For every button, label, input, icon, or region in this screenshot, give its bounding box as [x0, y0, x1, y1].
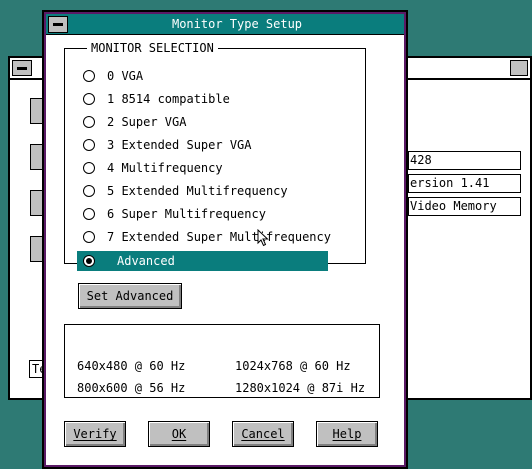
help-label: Help: [332, 427, 362, 441]
option-label: 7 Extended Super Multifrequency: [107, 230, 331, 244]
mode-1280x1024: 1280x1024 @ 87i Hz: [235, 381, 366, 395]
mode-1024x768: 1024x768 @ 60 Hz: [235, 359, 351, 373]
option-super-vga[interactable]: 2 Super VGA: [77, 113, 330, 131]
option-label: 6 Super Multifrequency: [107, 207, 266, 221]
verify-button[interactable]: Verify: [64, 421, 126, 447]
radio-icon[interactable]: [83, 162, 95, 174]
radio-icon[interactable]: [83, 208, 95, 220]
set-advanced-button[interactable]: Set Advanced: [78, 283, 182, 309]
cancel-button[interactable]: Cancel: [232, 421, 294, 447]
radio-icon[interactable]: [83, 185, 95, 197]
background-field-version: ersion 1.41: [408, 174, 521, 193]
dialog-title-bar: Monitor Type Setup: [46, 14, 404, 35]
option-vga[interactable]: 0 VGA: [77, 67, 330, 85]
monitor-selection-group: MONITOR SELECTION 0 VGA 1 8514 compatibl…: [64, 41, 366, 271]
radio-icon[interactable]: [83, 93, 95, 105]
radio-icon[interactable]: [83, 139, 95, 151]
minus-icon: [53, 23, 63, 26]
option-label: 3 Extended Super VGA: [107, 138, 252, 152]
system-menu-icon[interactable]: [48, 16, 68, 33]
option-label: Advanced: [117, 254, 175, 268]
set-advanced-label: Set Advanced: [86, 289, 174, 303]
option-multifrequency[interactable]: 4 Multifrequency: [77, 159, 330, 177]
radio-icon[interactable]: [83, 116, 95, 128]
mouse-cursor-icon: [257, 229, 269, 247]
background-field-video-memory: Video Memory: [408, 197, 521, 216]
monitor-type-setup-dialog: Monitor Type Setup MONITOR SELECTION 0 V…: [42, 10, 408, 469]
option-extended-super-multifrequency[interactable]: 7 Extended Super Multifrequency: [77, 228, 331, 246]
option-label: 1 8514 compatible: [107, 92, 230, 106]
option-extended-super-vga[interactable]: 3 Extended Super VGA: [77, 136, 330, 154]
help-button[interactable]: Help: [316, 421, 378, 447]
option-advanced[interactable]: Advanced: [77, 251, 328, 271]
background-system-menu-icon[interactable]: [12, 60, 32, 76]
option-super-multifrequency[interactable]: 6 Super Multifrequency: [77, 205, 330, 223]
ok-label: OK: [171, 427, 187, 441]
option-label: 0 VGA: [107, 69, 144, 83]
monitor-selection-label: MONITOR SELECTION: [87, 41, 218, 55]
option-label: 5 Extended Multifrequency: [107, 184, 288, 198]
monitor-modes-box: 640x480 @ 60 Hz 1024x768 @ 60 Hz 800x600…: [64, 324, 380, 398]
option-label: 4 Multifrequency: [107, 161, 223, 175]
radio-dot-icon: [86, 258, 92, 264]
option-label: 2 Super VGA: [107, 115, 187, 129]
background-maximize-button[interactable]: [510, 60, 528, 76]
option-extended-multifrequency[interactable]: 5 Extended Multifrequency: [77, 182, 330, 200]
verify-label: Verify: [73, 427, 117, 441]
option-8514-compatible[interactable]: 1 8514 compatible: [77, 90, 330, 108]
radio-icon[interactable]: [83, 231, 95, 243]
mode-640x480: 640x480 @ 60 Hz: [77, 359, 186, 373]
dialog-title: Monitor Type Setup: [171, 17, 303, 31]
background-field-chip: 428: [408, 151, 521, 170]
radio-icon[interactable]: [83, 70, 95, 82]
radio-selected-icon[interactable]: [83, 255, 95, 267]
mode-800x600: 800x600 @ 56 Hz: [77, 381, 186, 395]
ok-button[interactable]: OK: [148, 421, 210, 447]
cancel-label: Cancel: [241, 427, 285, 441]
